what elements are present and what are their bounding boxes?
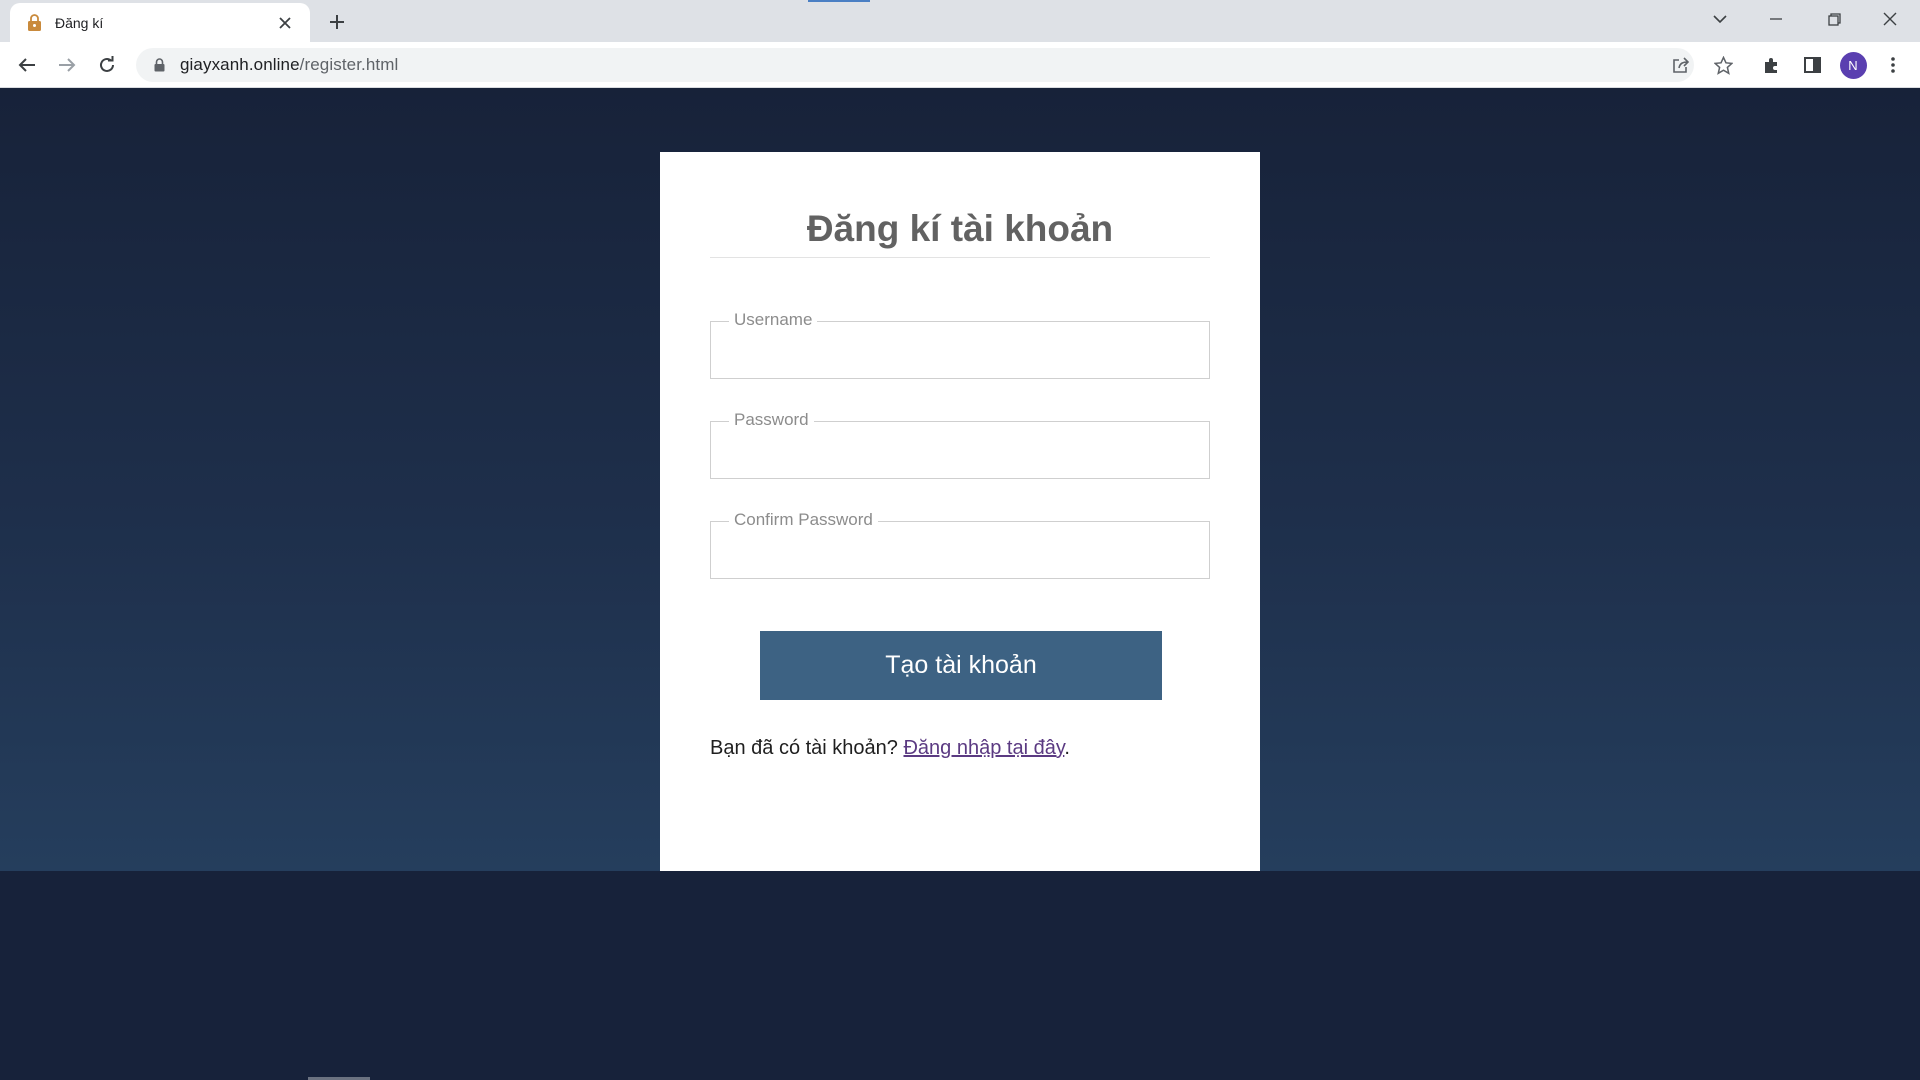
confirm-password-input[interactable] xyxy=(719,532,1201,572)
profile-avatar[interactable]: N xyxy=(1837,49,1869,81)
login-link[interactable]: Đăng nhập tại đây xyxy=(903,737,1064,759)
username-label: Username xyxy=(729,310,818,330)
title-divider xyxy=(710,257,1210,258)
tab-search-icon[interactable] xyxy=(1692,0,1748,38)
page-body: Đăng kí tài khoản Username Password Conf… xyxy=(0,88,1920,1080)
forward-arrow-icon[interactable] xyxy=(51,49,83,81)
lock-favicon-icon xyxy=(26,13,43,32)
hero-section: Đăng kí tài khoản Username Password Conf… xyxy=(0,88,1920,871)
bookmark-star-icon[interactable] xyxy=(1708,50,1738,80)
url-path: /register.html xyxy=(299,55,399,74)
more-menu-icon[interactable] xyxy=(1877,49,1909,81)
url-host: giayxanh.online xyxy=(180,55,300,74)
share-icon[interactable] xyxy=(1666,50,1696,80)
address-bar[interactable]: giayxanh.online/register.html xyxy=(136,48,1694,82)
side-panel-icon[interactable] xyxy=(1796,49,1828,81)
confirm-password-fieldset: Confirm Password xyxy=(710,510,1210,579)
password-fieldset: Password xyxy=(710,410,1210,479)
register-card: Đăng kí tài khoản Username Password Conf… xyxy=(660,152,1260,871)
close-window-icon[interactable] xyxy=(1862,0,1918,38)
close-tab-icon[interactable] xyxy=(274,12,296,34)
username-input[interactable] xyxy=(719,332,1201,372)
loading-indicator xyxy=(808,0,870,2)
back-arrow-icon[interactable] xyxy=(11,49,43,81)
login-prompt-suffix: . xyxy=(1064,737,1070,759)
create-account-button[interactable]: Tạo tài khoản xyxy=(760,631,1162,700)
username-fieldset: Username xyxy=(710,310,1210,379)
tab-title: Đăng kí xyxy=(55,14,104,31)
confirm-password-label: Confirm Password xyxy=(729,510,878,530)
login-prompt-text: Bạn đã có tài khoản? xyxy=(710,737,904,759)
lock-icon[interactable] xyxy=(150,56,168,74)
extensions-puzzle-icon[interactable] xyxy=(1756,49,1788,81)
password-input[interactable] xyxy=(719,432,1201,472)
login-prompt: Bạn đã có tài khoản? Đăng nhập tại đây. xyxy=(710,737,1210,760)
password-label: Password xyxy=(729,410,814,430)
url-text: giayxanh.online/register.html xyxy=(180,55,398,75)
browser-tab[interactable]: Đăng kí xyxy=(10,3,310,42)
avatar: N xyxy=(1839,51,1867,79)
restore-icon[interactable] xyxy=(1806,0,1862,38)
reload-icon[interactable] xyxy=(91,49,123,81)
new-tab-icon[interactable] xyxy=(320,8,354,36)
tab-strip: Đăng kí xyxy=(0,0,1920,42)
minimize-icon[interactable] xyxy=(1748,0,1804,38)
browser-toolbar: giayxanh.online/register.html N xyxy=(0,42,1920,88)
